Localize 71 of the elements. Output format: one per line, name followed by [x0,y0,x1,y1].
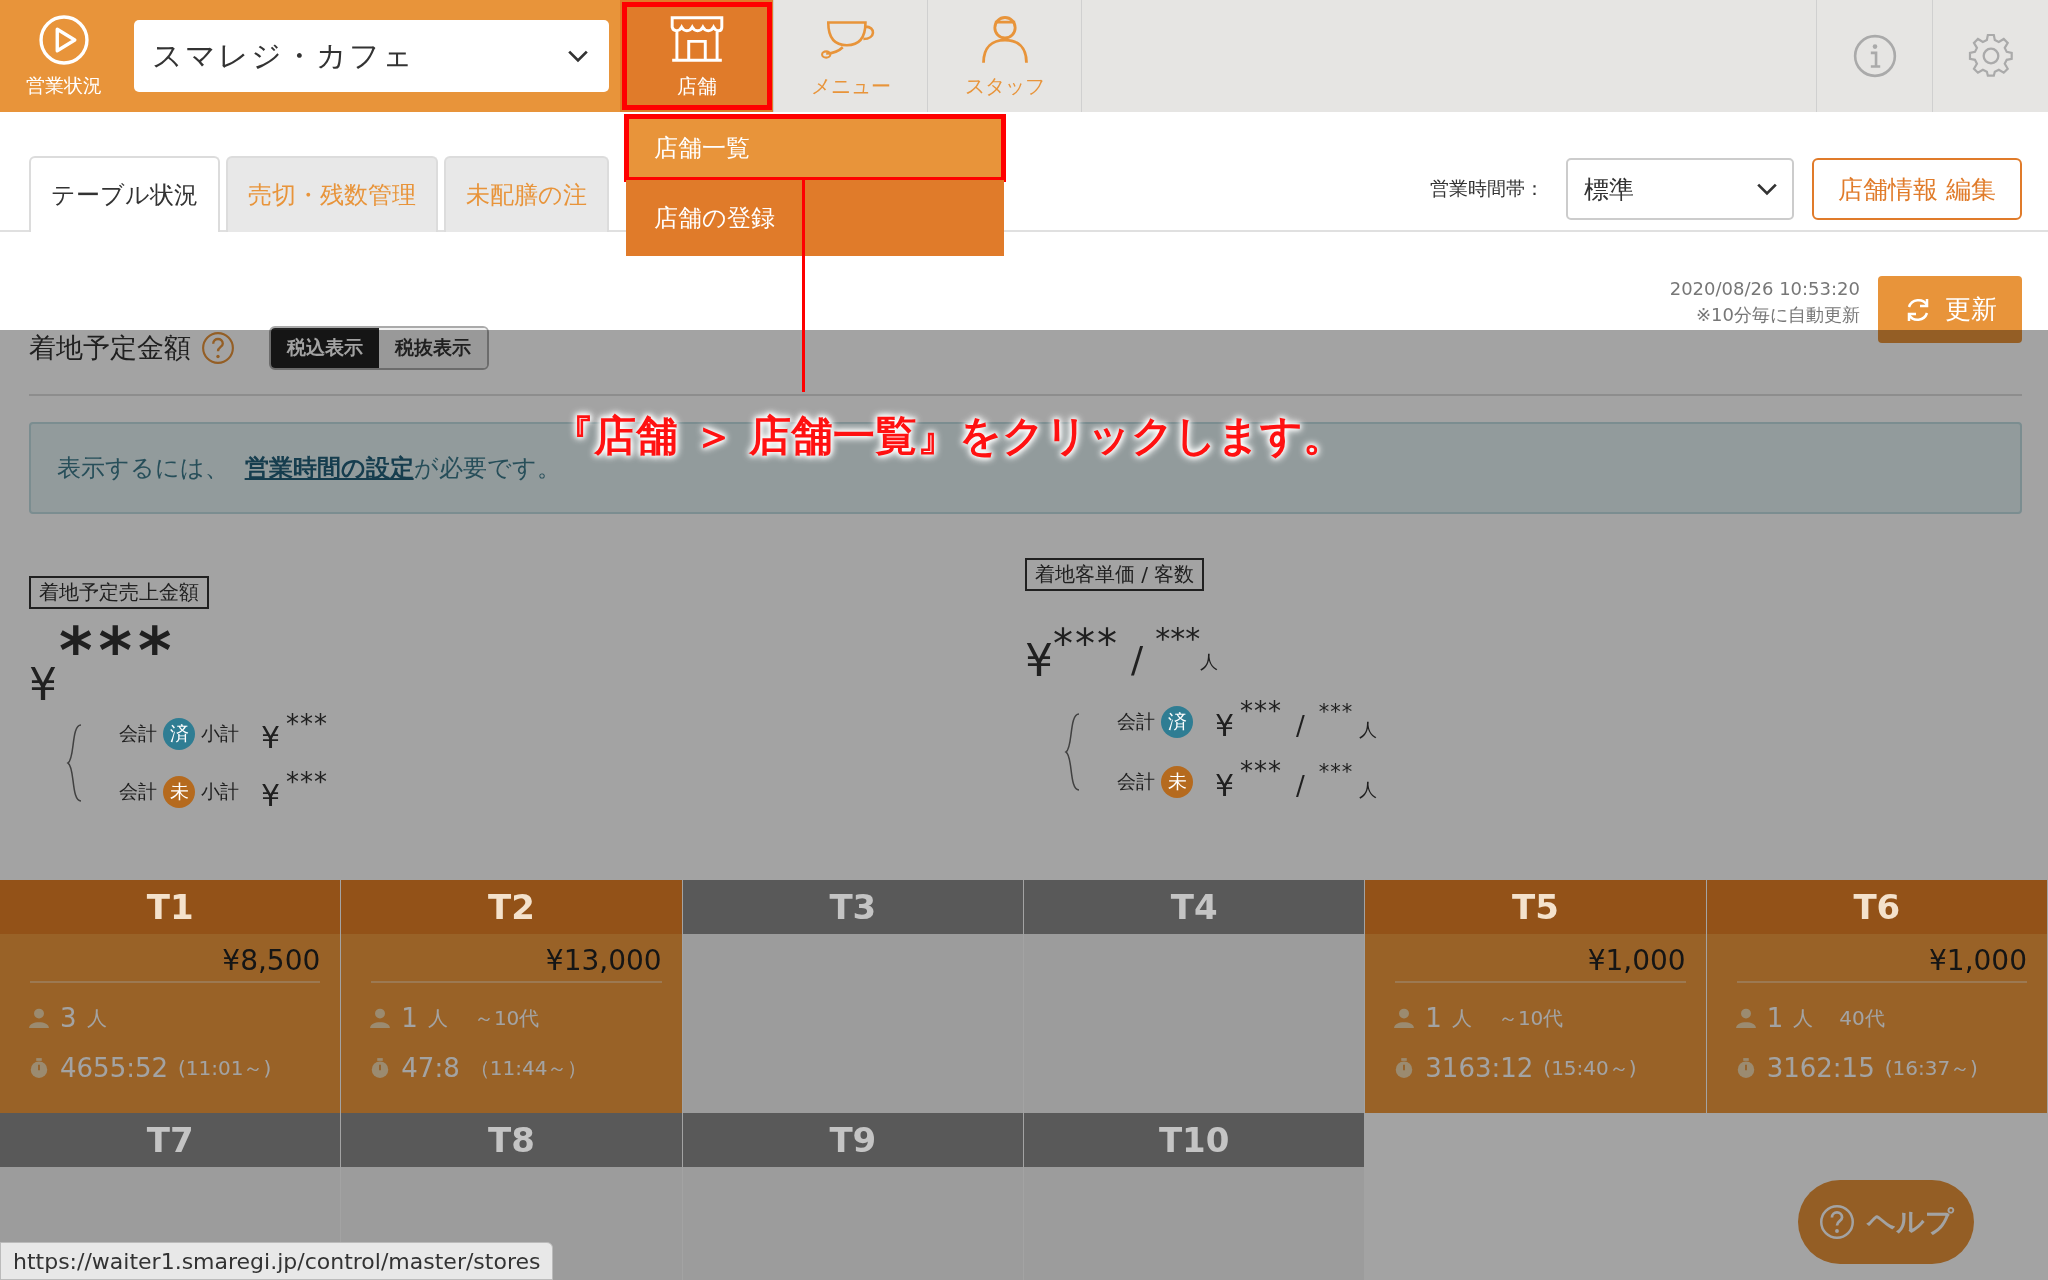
table-amount: ¥13,000 [545,944,662,977]
table-name: T10 [1158,1120,1230,1160]
separator: / [1296,771,1305,801]
masked-count: *** [1318,700,1354,724]
elapsed-time: 3163:12 [1425,1053,1534,1083]
url-tooltip: https://waiter1.smaregi.jp/control/master/stores [0,1242,554,1280]
table-name: T4 [1170,887,1218,927]
row-label: 会計 [119,721,157,746]
masked-count: *** [1318,760,1354,784]
start-time: （11:44～） [469,1054,588,1082]
sales-label: 着地予定売上金額 [29,576,209,609]
row-label: 会計 [119,779,157,804]
currency-symbol: ¥ [1215,711,1235,741]
start-time: (16:37～) [1884,1054,1978,1082]
row-label: 小計 [201,779,239,804]
masked-value: *** [1240,756,1283,786]
unit-label: 人 [1200,649,1219,674]
auto-update-note: ※10分毎に自動更新 [1696,303,1860,327]
age-group: 40代 [1839,1004,1885,1032]
unit-label: 人 [1359,778,1378,802]
row-label: 小計 [201,721,239,746]
guest-count: 1 [1766,1003,1784,1033]
unit-label: 人 [1793,1004,1814,1032]
start-time: (15:40～) [1543,1054,1637,1082]
masked-value: *** [286,767,329,797]
age-group: ～10代 [473,1004,540,1032]
table-name: T5 [1512,887,1559,927]
status-badge: 未 [163,776,195,808]
guest-count: 1 [1425,1003,1442,1033]
masked-value: *** [1053,621,1119,667]
currency-symbol: ¥ [261,781,281,811]
table-name: T7 [146,1120,194,1160]
row-label: 会計 [1117,709,1155,734]
guest-count: 1 [401,1003,418,1033]
table-name: T6 [1853,887,1901,927]
table-name: T3 [829,887,877,927]
elapsed-time: 3162:15 [1766,1053,1875,1083]
elapsed-time: 4655:52 [60,1053,168,1083]
masked-count: *** [1155,621,1201,656]
unit-label: 人 [86,1004,107,1032]
timestamp: 2020/08/26 10:53:20 [1669,278,1860,299]
currency-symbol: ¥ [261,723,281,753]
separator: / [1131,639,1144,680]
table-amount: ¥8,500 [222,944,321,977]
table-name: T9 [829,1120,877,1160]
table-amount: ¥1,000 [1929,944,2027,977]
table-name: T1 [146,887,194,927]
forecast-title: 着地予定金額 [29,331,191,365]
status-badge: 未 [1161,766,1193,798]
age-group: ～10代 [1497,1004,1564,1032]
currency-symbol: ¥ [1025,635,1053,686]
row-label: 会計 [1117,769,1155,794]
currency-symbol: ¥ [1215,771,1235,801]
hours-label: 営業時間帯： [1430,176,1545,201]
sales-currency: ¥ [29,663,57,707]
separator: / [1296,711,1305,741]
elapsed-time: 47:8 [401,1053,460,1083]
unit-label: 人 [427,1004,448,1032]
guest-count: 3 [60,1003,77,1033]
per-customer-label: 着地客単価 / 客数 [1025,558,1205,591]
status-badge: 済 [163,718,195,750]
sales-value: *** [59,619,178,683]
start-time: (11:01～) [178,1054,272,1082]
table-name: T8 [488,1120,535,1160]
unit-label: 人 [1359,718,1378,742]
status-badge: 済 [1161,706,1193,738]
unit-label: 人 [1451,1004,1472,1032]
masked-value: *** [1240,696,1283,726]
table-name: T2 [488,887,535,927]
masked-value: *** [286,709,329,739]
table-amount: ¥1,000 [1587,944,1686,977]
